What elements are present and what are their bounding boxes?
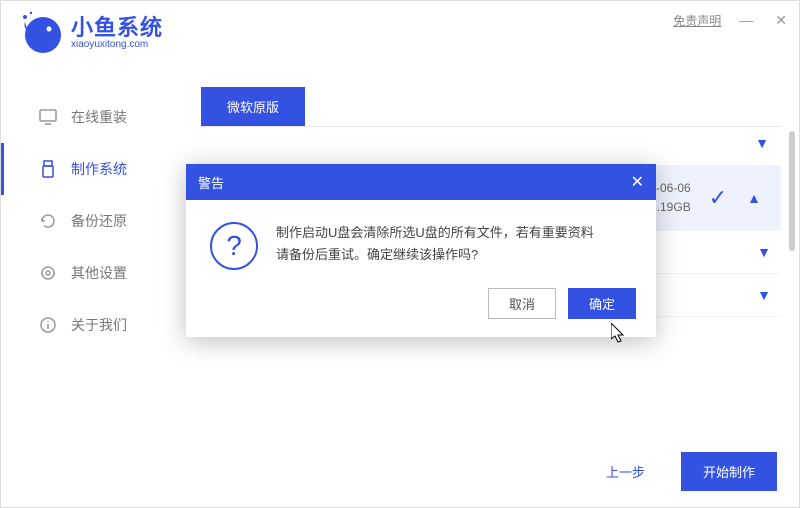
question-icon: ? bbox=[210, 222, 258, 270]
dialog-close-icon[interactable]: ✕ bbox=[631, 172, 644, 192]
cancel-button[interactable]: 取消 bbox=[488, 288, 556, 319]
dialog-title: 警告 bbox=[198, 173, 224, 192]
dialog-message: 制作启动U盘会清除所选U盘的所有文件，若有重要资料 请备份后重试。确定继续该操作… bbox=[276, 222, 594, 270]
ok-button[interactable]: 确定 bbox=[568, 288, 636, 319]
warning-dialog: 警告 ✕ ? 制作启动U盘会清除所选U盘的所有文件，若有重要资料 请备份后重试。… bbox=[186, 164, 656, 337]
